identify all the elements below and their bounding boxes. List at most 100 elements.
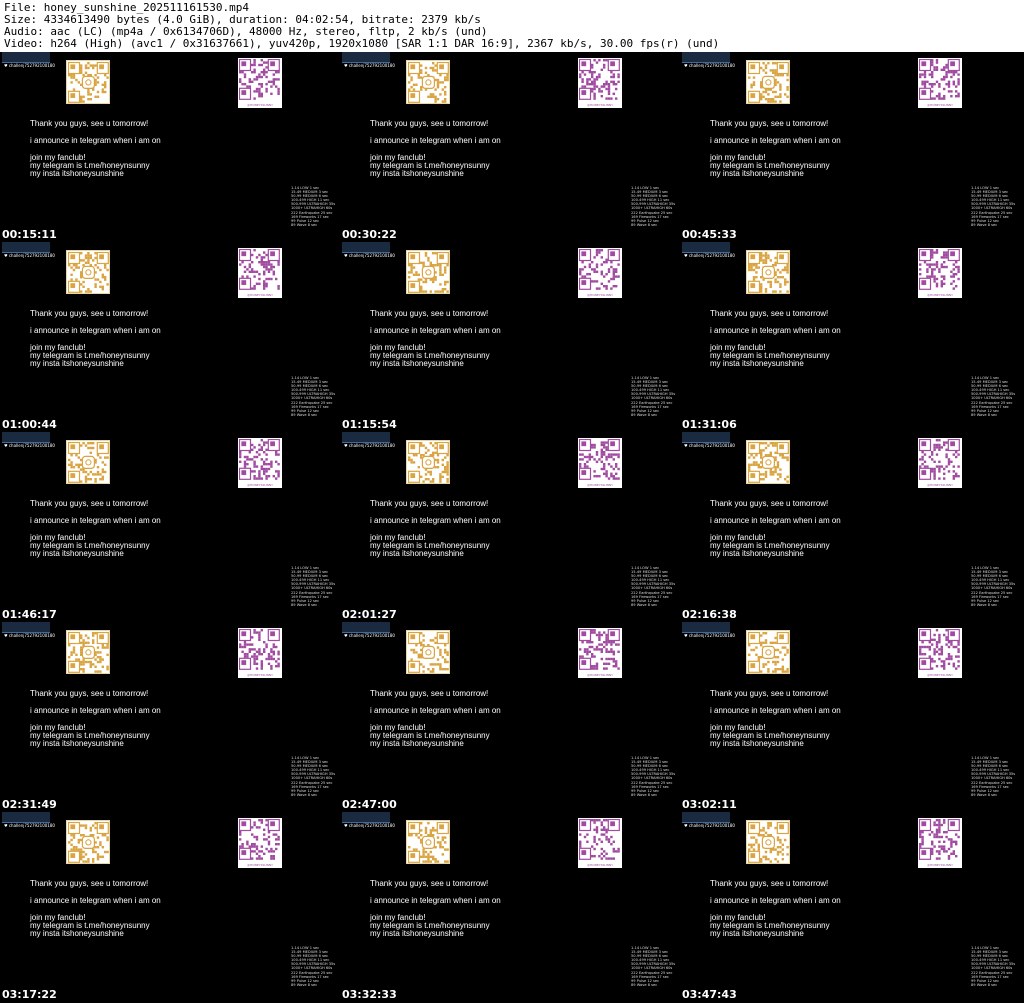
instagram-qr-icon: [746, 820, 790, 864]
tip-menu: 1-14 LOW 1 sec 15-49 MEDIUM 3 sec 50-99 ME…: [291, 756, 335, 797]
tip-menu-line: 1000+ ULTRAHIGH 60s: [971, 966, 1013, 971]
message-line: my insta itshoneysunshine: [370, 739, 464, 748]
overlay-bar: [342, 242, 390, 253]
overlay-bar: [2, 812, 50, 823]
tip-menu-line: 89 Wave 8 sec: [291, 222, 318, 227]
timestamp: 01:31:06: [682, 418, 737, 431]
message-line: Thank you guys, see u tomorrow!: [30, 689, 149, 698]
overlay-bar: [682, 432, 730, 443]
video-thumbnail: ♥ challenj752792100180 @HONEYSSUNNY Thank …: [680, 242, 1020, 432]
qr-label: @HONEYSSUNNY: [927, 863, 953, 867]
message-line: i announce in telegram when i am on: [710, 516, 841, 525]
tip-menu-line: 89 Wave 8 sec: [631, 222, 658, 227]
qr-label: @HONEYSSUNNY: [247, 103, 273, 107]
channel-name: ♥ challenj752792100180: [684, 823, 735, 828]
message-line: Thank you guys, see u tomorrow!: [370, 499, 489, 508]
timestamp: 03:32:33: [342, 988, 397, 1001]
message-line: i announce in telegram when i am on: [370, 326, 501, 335]
video-thumbnail: ♥ challenj752792100180 @HONEYSSUNNY Thank …: [340, 432, 680, 622]
message-line: my insta itshoneysunshine: [370, 549, 464, 558]
tip-menu-line: 89 Wave 8 sec: [291, 792, 318, 797]
tip-menu-line: 1000+ ULTRAHIGH 60s: [971, 206, 1013, 211]
qr-label: @HONEYSSUNNY: [927, 103, 953, 107]
qr-label: @HONEYSSUNNY: [927, 483, 953, 487]
message-line: i announce in telegram when i am on: [30, 136, 161, 145]
telegram-qr-icon: @HONEYSSUNNY: [238, 58, 282, 108]
video-thumbnail: ♥ challenj752792100180 @HONEYSSUNNY Thank …: [680, 52, 1020, 242]
message-text: Thank you guys, see u tomorrow! i announc…: [710, 690, 841, 748]
telegram-qr-icon: @HONEYSSUNNY: [578, 248, 622, 298]
video-thumbnail: ♥ challenj752792100180 @HONEYSSUNNY Thank …: [340, 812, 680, 1002]
timestamp: 02:16:38: [682, 608, 737, 621]
message-text: Thank you guys, see u tomorrow! i announc…: [30, 120, 161, 178]
video-thumbnail: ♥ challenj752792100180 @HONEYSSUNNY Thank …: [680, 812, 1020, 1002]
timestamp: 03:17:22: [2, 988, 57, 1001]
tip-menu-line: 89 Wave 8 sec: [971, 412, 998, 417]
thumbnail-grid: ♥ challenj752792100180 @HONEYSSUNNY Thank …: [0, 52, 1024, 1003]
message-line: i announce in telegram when i am on: [710, 706, 841, 715]
timestamp: 00:30:22: [342, 228, 397, 241]
telegram-qr-icon: @HONEYSSUNNY: [238, 628, 282, 678]
tip-menu-line: 89 Wave 8 sec: [291, 982, 318, 987]
message-text: Thank you guys, see u tomorrow! i announc…: [30, 500, 161, 558]
channel-name: ♥ challenj752792100180: [684, 253, 735, 258]
instagram-qr-icon: [66, 60, 110, 104]
message-line: i announce in telegram when i am on: [370, 896, 501, 905]
tip-menu-line: 1000+ ULTRAHIGH 60s: [291, 396, 333, 401]
instagram-qr-icon: [66, 630, 110, 674]
tip-menu-line: 89 Wave 8 sec: [291, 602, 318, 607]
message-line: Thank you guys, see u tomorrow!: [30, 119, 149, 128]
overlay-bar: [682, 242, 730, 253]
message-line: my insta itshoneysunshine: [370, 359, 464, 368]
tip-menu: 1-14 LOW 1 sec 15-49 MEDIUM 3 sec 50-99 ME…: [971, 756, 1015, 797]
instagram-qr-icon: [406, 820, 450, 864]
message-line: Thank you guys, see u tomorrow!: [30, 309, 149, 318]
video-thumbnail: ♥ challenj752792100180 @HONEYSSUNNY Thank …: [0, 242, 340, 432]
message-line: i announce in telegram when i am on: [370, 516, 501, 525]
overlay-bar: [682, 622, 730, 633]
instagram-qr-icon: [746, 440, 790, 484]
file-size-line: Size: 4334613490 bytes (4.0 GiB), durati…: [4, 14, 481, 26]
tip-menu: 1-14 LOW 1 sec 15-49 MEDIUM 3 sec 50-99 ME…: [291, 186, 335, 227]
tip-menu-line: 89 Wave 8 sec: [631, 982, 658, 987]
message-text: Thank you guys, see u tomorrow! i announc…: [370, 880, 501, 938]
channel-name: ♥ challenj752792100180: [344, 443, 395, 448]
qr-label: @HONEYSSUNNY: [927, 293, 953, 297]
tip-menu-line: 89 Wave 8 sec: [971, 982, 998, 987]
timestamp: 01:00:44: [2, 418, 57, 431]
channel-name: ♥ challenj752792100180: [4, 63, 55, 68]
video-thumbnail: ♥ challenj752792100180 @HONEYSSUNNY Thank …: [0, 52, 340, 242]
timestamp: 03:47:43: [682, 988, 737, 1001]
message-text: Thank you guys, see u tomorrow! i announc…: [710, 310, 841, 368]
message-text: Thank you guys, see u tomorrow! i announc…: [710, 880, 841, 938]
video-thumbnail: ♥ challenj752792100180 @HONEYSSUNNY Thank …: [0, 812, 340, 1002]
overlay-bar: [2, 432, 50, 443]
message-text: Thank you guys, see u tomorrow! i announc…: [370, 690, 501, 748]
tip-menu-line: 1000+ ULTRAHIGH 60s: [291, 966, 333, 971]
message-line: my insta itshoneysunshine: [370, 169, 464, 178]
message-line: Thank you guys, see u tomorrow!: [370, 309, 489, 318]
instagram-qr-icon: [406, 630, 450, 674]
tip-menu: 1-14 LOW 1 sec 15-49 MEDIUM 3 sec 50-99 ME…: [971, 566, 1015, 607]
qr-label: @HONEYSSUNNY: [927, 673, 953, 677]
channel-name: ♥ challenj752792100180: [684, 443, 735, 448]
telegram-qr-icon: @HONEYSSUNNY: [238, 818, 282, 868]
telegram-qr-icon: @HONEYSSUNNY: [578, 818, 622, 868]
tip-menu-line: 1000+ ULTRAHIGH 60s: [631, 586, 673, 591]
timestamp: 01:46:17: [2, 608, 57, 621]
tip-menu-line: 1000+ ULTRAHIGH 60s: [291, 206, 333, 211]
tip-menu-line: 1000+ ULTRAHIGH 60s: [971, 396, 1013, 401]
channel-name: ♥ challenj752792100180: [344, 63, 395, 68]
tip-menu-line: 1000+ ULTRAHIGH 60s: [631, 396, 673, 401]
channel-name: ♥ challenj752792100180: [684, 633, 735, 638]
instagram-qr-icon: [746, 60, 790, 104]
overlay-bar: [342, 812, 390, 823]
channel-name: ♥ challenj752792100180: [344, 633, 395, 638]
channel-name: ♥ challenj752792100180: [4, 253, 55, 258]
message-text: Thank you guys, see u tomorrow! i announc…: [30, 690, 161, 748]
overlay-bar: [342, 622, 390, 633]
channel-name: ♥ challenj752792100180: [684, 63, 735, 68]
timestamp: 03:02:11: [682, 798, 737, 811]
qr-label: @HONEYSSUNNY: [587, 483, 613, 487]
tip-menu-line: 89 Wave 8 sec: [631, 792, 658, 797]
